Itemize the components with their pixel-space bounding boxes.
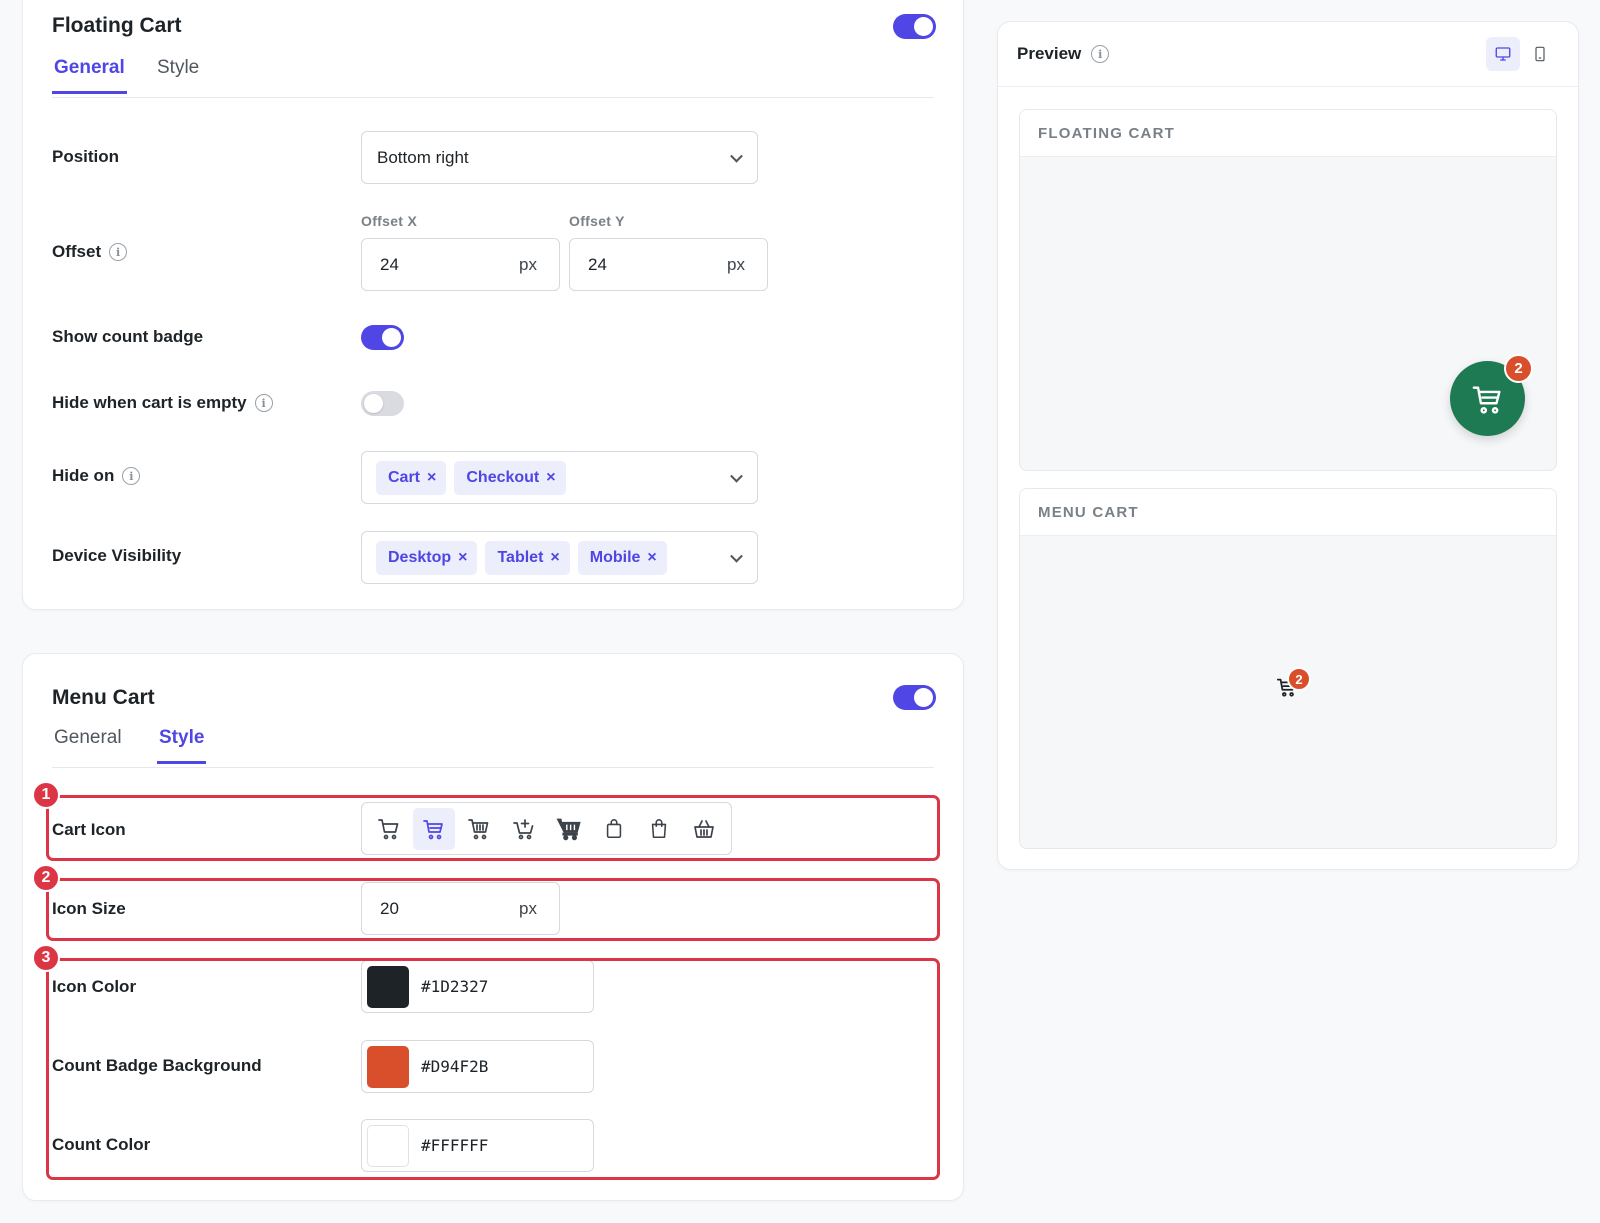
- offset-y-unit: px: [727, 254, 745, 274]
- menu-count-badge: 2: [1287, 667, 1311, 691]
- highlight-number-1: 1: [32, 781, 60, 809]
- floating-cart-toggle[interactable]: [893, 14, 936, 39]
- offset-x-unit: px: [519, 254, 537, 274]
- floating-cart-title: Floating Cart: [52, 14, 182, 37]
- hide-on-label: Hide on i: [52, 466, 141, 486]
- chip-label: Tablet: [497, 548, 544, 566]
- chevron-down-icon: [730, 149, 743, 163]
- remove-icon[interactable]: ×: [458, 549, 467, 567]
- chip-checkout: Checkout ×: [454, 460, 566, 495]
- offset-y-value: 24: [588, 254, 607, 274]
- device-visibility-text: Device Visibility: [52, 546, 182, 565]
- offset-x-label: Offset X: [361, 213, 418, 229]
- position-select[interactable]: Bottom right: [361, 131, 758, 184]
- tab-style[interactable]: Style: [157, 727, 207, 764]
- chip-desktop: Desktop ×: [376, 540, 478, 575]
- preview-divider: [998, 86, 1578, 87]
- remove-icon[interactable]: ×: [546, 469, 555, 487]
- preview-header: Preview i: [1017, 44, 1110, 64]
- offset-y-input[interactable]: 24 px: [569, 238, 768, 291]
- chip-label: Checkout: [466, 468, 540, 486]
- offset-x-input[interactable]: 24 px: [361, 238, 560, 291]
- chip-cart: Cart ×: [376, 460, 447, 495]
- tab-general[interactable]: General: [54, 727, 122, 761]
- offset-label: Offset i: [52, 242, 128, 262]
- chip-tablet: Tablet ×: [485, 540, 570, 575]
- chip-label: Cart: [388, 468, 421, 486]
- remove-icon[interactable]: ×: [647, 549, 656, 567]
- floating-cart-card: Floating Cart General Style Position Bot…: [22, 0, 964, 610]
- preview-card: Preview i FLOATING CART 2 MENU CART 2: [997, 21, 1579, 870]
- highlight-number-2: 2: [32, 864, 60, 892]
- device-visibility-label: Device Visibility: [52, 546, 181, 566]
- show-count-badge-toggle[interactable]: [361, 325, 404, 350]
- chevron-down-icon: [730, 469, 743, 483]
- tab-style[interactable]: Style: [157, 57, 199, 91]
- cart-icon: [1472, 385, 1501, 414]
- menu-cart-toggle[interactable]: [893, 685, 936, 710]
- show-count-badge-text: Show count badge: [52, 327, 204, 346]
- floating-count-badge: 2: [1504, 354, 1533, 383]
- remove-icon[interactable]: ×: [427, 469, 436, 487]
- menu-cart-preview-title: MENU CART: [1020, 489, 1556, 536]
- menu-cart-preview: MENU CART 2: [1019, 488, 1557, 849]
- menu-cart-title: Menu Cart: [52, 686, 155, 709]
- chip-mobile: Mobile ×: [577, 540, 667, 575]
- offset-y-label: Offset Y: [569, 213, 625, 229]
- hide-on-text: Hide on: [52, 466, 115, 485]
- offset-x-value: 24: [380, 254, 399, 274]
- device-visibility-select[interactable]: Desktop × Tablet × Mobile ×: [361, 531, 758, 584]
- position-label: Position: [52, 147, 119, 167]
- tab-general[interactable]: General: [52, 57, 127, 94]
- floating-cart-tabs: General Style: [52, 51, 934, 98]
- highlight-number-3: 3: [32, 944, 60, 972]
- remove-icon[interactable]: ×: [550, 549, 559, 567]
- position-label-text: Position: [52, 147, 120, 166]
- chip-label: Desktop: [388, 548, 452, 566]
- preview-title: Preview: [1017, 44, 1082, 63]
- info-icon[interactable]: i: [122, 467, 141, 485]
- info-icon[interactable]: i: [1091, 45, 1110, 63]
- offset-label-text: Offset: [52, 242, 102, 261]
- hide-on-select[interactable]: Cart × Checkout ×: [361, 451, 758, 504]
- hide-when-empty-text: Hide when cart is empty: [52, 393, 247, 412]
- chip-label: Mobile: [589, 548, 641, 566]
- info-icon[interactable]: i: [109, 243, 128, 261]
- hide-when-empty-toggle[interactable]: [361, 391, 404, 416]
- show-count-badge-label: Show count badge: [52, 327, 203, 347]
- highlight-box-1: [46, 795, 940, 861]
- chevron-down-icon: [730, 549, 743, 563]
- mobile-icon[interactable]: [1523, 37, 1557, 71]
- menu-cart-tabs: General Style: [52, 721, 934, 768]
- desktop-icon[interactable]: [1486, 37, 1520, 71]
- floating-cart-preview: FLOATING CART 2: [1019, 109, 1557, 471]
- floating-cart-preview-title: FLOATING CART: [1020, 110, 1556, 157]
- hide-when-empty-label: Hide when cart is empty i: [52, 393, 273, 413]
- highlight-box-3: [46, 958, 940, 1180]
- info-icon[interactable]: i: [254, 394, 273, 412]
- highlight-box-2: [46, 878, 940, 941]
- position-value: Bottom right: [377, 147, 469, 167]
